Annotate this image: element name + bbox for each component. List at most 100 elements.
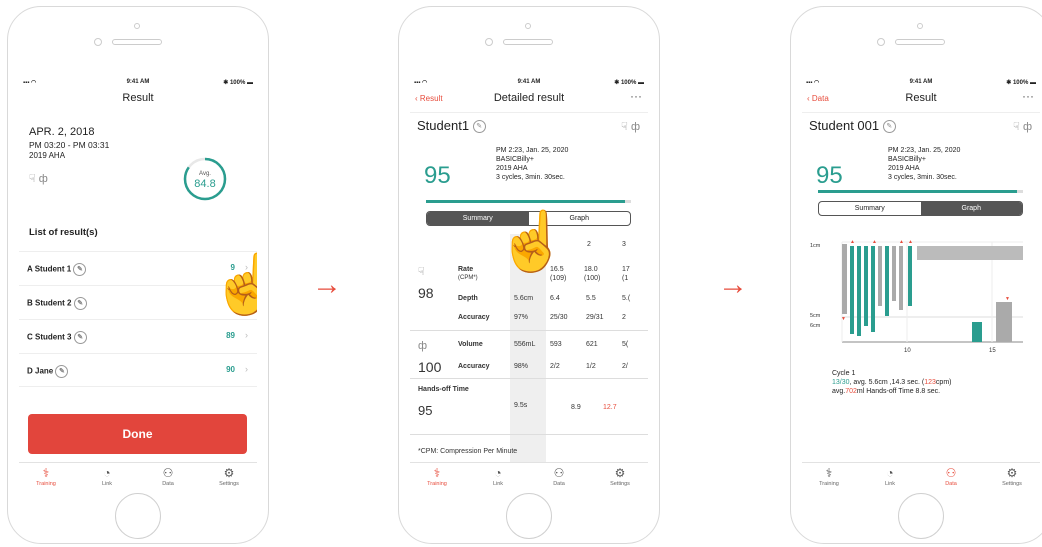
screen-result-list: ▪▪▪ ◠ 9:41 AM ✱ 100% ▬ Result APR. 2, 20… <box>19 76 257 492</box>
flow-arrow-2: → <box>718 268 748 301</box>
marker-up: ▲ <box>850 239 855 245</box>
chevron-right-icon: › <box>245 330 248 340</box>
tab-data[interactable]: ⚇ Data <box>921 465 981 487</box>
settings-icon: ⚙ <box>614 466 626 480</box>
meta-cycles: 3 cycles, 3min. 30sec. <box>888 174 957 181</box>
handsoff-score: 95 <box>418 403 433 418</box>
tab-settings[interactable]: ⚙ Settings <box>982 465 1040 487</box>
view-switch: Summary Graph <box>818 201 1023 216</box>
data-icon: ⚇ <box>945 466 957 480</box>
home-button[interactable] <box>506 493 552 539</box>
tab-training[interactable]: ⚕ Training <box>410 465 467 487</box>
accuracy-c2: 29/31 <box>586 314 604 321</box>
tab-training[interactable]: ⚕ Training <box>19 465 76 487</box>
bar-teal-3 <box>864 246 868 326</box>
cycle-line-2: 13/30, avg. 5.6cm ,14.3 sec. (123cpm) <box>832 379 952 386</box>
list-title: List of result(s) <box>29 227 98 238</box>
depth-c1: 6.4 <box>550 295 560 302</box>
vent-accuracy-c1: 2/2 <box>550 363 560 370</box>
marker-down: ▼ <box>841 316 846 322</box>
meta-manikin: BASICBilly+ <box>888 156 926 163</box>
edit-icon[interactable]: ✎ <box>73 331 87 344</box>
screen-graph-result: ▪▪▪ ◠ 9:41 AM ✱ 100% ▬ ‹ Data Result ···… <box>802 76 1040 492</box>
tab-graph[interactable]: Graph <box>920 202 1022 215</box>
tab-summary[interactable]: Summary <box>819 202 921 215</box>
meta-datetime: PM 2:23, Jan. 25, 2020 <box>888 147 961 154</box>
hands-icon: ☟ <box>29 173 36 185</box>
bar-teal-7 <box>972 322 982 342</box>
more-icon[interactable]: ··· <box>630 89 642 103</box>
edit-icon[interactable]: ✎ <box>73 297 87 310</box>
score-progress <box>818 190 1023 193</box>
bar-gray-1 <box>842 244 847 314</box>
training-icon: ⚕ <box>42 466 50 480</box>
result-row-4[interactable]: D Jane ✎ 90 › <box>19 353 257 387</box>
speaker <box>895 39 945 45</box>
cycle-summary: Cycle 1 13/30, avg. 5.6cm ,14.3 sec. (12… <box>832 369 951 396</box>
link-icon: ◔ <box>494 466 502 480</box>
tab-data[interactable]: ⚇ Data <box>138 465 198 487</box>
settings-icon: ⚙ <box>223 466 235 480</box>
training-icon: ⚕ <box>433 466 441 480</box>
done-button[interactable]: Done <box>28 414 247 454</box>
battery-indicator: ✱ 100% ▬ <box>1006 80 1036 86</box>
handsoff-total: 9.5s <box>514 402 528 409</box>
phone-frame-2: ▪▪▪ ◠ 9:41 AM ✱ 100% ▬ ‹ Result Detailed… <box>398 6 660 544</box>
tab-bar: ⚕ Training ◔ Link ⚇ Data ⚙ Settings <box>410 462 648 492</box>
student-name: Student1 ✎ <box>417 118 486 134</box>
tap-hand-icon: ☝ <box>496 209 569 274</box>
row-score: 89 <box>226 331 235 340</box>
depth-c3: 5.( <box>622 295 631 302</box>
session-time-range: PM 03:20 - PM 03:31 <box>29 140 110 150</box>
handsoff-band <box>917 246 1023 260</box>
lungs-icon: ф <box>1022 121 1032 133</box>
sensor <box>94 38 102 46</box>
mode-icons: ☟ ф <box>621 120 640 133</box>
more-icon[interactable]: ··· <box>1022 89 1034 103</box>
session-meta: PM 2:23, Jan. 25, 2020 BASICBilly+ 2019 … <box>888 146 960 182</box>
total-score: 95 <box>816 162 843 189</box>
tab-settings[interactable]: ⚙ Settings <box>199 465 257 487</box>
vent-accuracy-c2: 1/2 <box>586 363 596 370</box>
volume-total: 556mL <box>514 341 536 348</box>
tab-data[interactable]: ⚇ Data <box>529 465 589 487</box>
volume-c2: 621 <box>586 341 598 348</box>
edit-icon[interactable]: ✎ <box>472 120 486 134</box>
tab-link[interactable]: ◔ Link <box>468 465 528 487</box>
cycle-title: Cycle 1 <box>832 370 856 377</box>
meta-guideline: 2019 AHA <box>496 165 528 172</box>
meta-guideline: 2019 AHA <box>888 165 920 172</box>
edit-icon[interactable]: ✎ <box>55 365 69 378</box>
depth-total: 5.6cm <box>514 295 534 302</box>
score-progress-fill <box>818 190 1017 193</box>
result-row-3[interactable]: C Student 3 ✎ 89 › <box>19 319 257 353</box>
row-name: D Jane ✎ <box>27 365 69 378</box>
row-score: 90 <box>226 365 235 374</box>
tab-settings[interactable]: ⚙ Settings <box>590 465 648 487</box>
tab-link[interactable]: ◔ Link <box>860 465 920 487</box>
page-title: Result <box>122 92 154 104</box>
y-label-6cm: 6cm <box>810 323 821 329</box>
rate-c2-cpm: (100) <box>584 275 601 282</box>
score-progress-fill <box>426 200 625 203</box>
tab-link[interactable]: ◔ Link <box>77 465 137 487</box>
rate-label: Rate <box>458 266 474 273</box>
depth-c2: 5.5 <box>586 295 596 302</box>
guideline: 2019 AHA <box>29 151 66 160</box>
tab-training[interactable]: ⚕ Training <box>802 465 859 487</box>
home-button[interactable] <box>898 493 944 539</box>
bar-gray-5 <box>996 302 1012 342</box>
volume-c1: 593 <box>550 341 562 348</box>
edit-icon[interactable]: ✎ <box>73 263 87 276</box>
student-name: Student 001 ✎ <box>809 118 896 134</box>
edit-icon[interactable]: ✎ <box>882 120 896 134</box>
home-button[interactable] <box>115 493 161 539</box>
marker-up: ▲ <box>908 239 913 245</box>
vent-accuracy-label: Accuracy <box>458 363 490 370</box>
marker-up: ▲ <box>899 239 904 245</box>
page-title: Detailed result <box>493 92 565 104</box>
data-icon: ⚇ <box>162 466 174 480</box>
tab-bar: ⚕ Training ◔ Link ⚇ Data ⚙ Settings <box>19 462 257 492</box>
divider <box>802 112 1040 113</box>
rate-unit: (CPM*) <box>458 275 478 281</box>
